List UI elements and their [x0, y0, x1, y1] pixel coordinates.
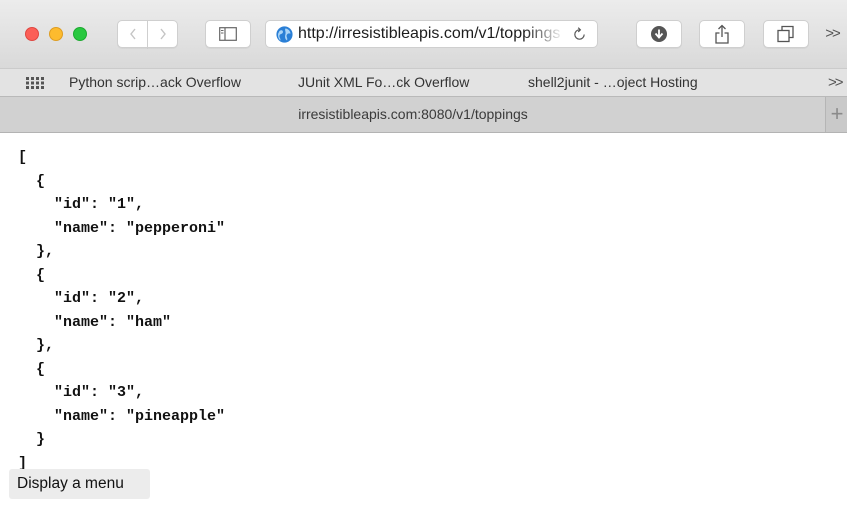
close-window-icon[interactable]	[25, 27, 39, 41]
favorite-link[interactable]: shell2junit - …oject Hosting	[528, 69, 698, 96]
json-line: "name": "pepperoni"	[18, 219, 226, 237]
tab-bar: irresistibleapis.com:8080/v1/toppings +	[0, 96, 847, 133]
json-line: {	[18, 172, 46, 190]
forward-button[interactable]	[147, 20, 178, 48]
json-line: {	[18, 360, 46, 378]
chevron-right-icon	[159, 28, 166, 40]
json-line: [	[18, 149, 28, 166]
back-button[interactable]	[117, 20, 148, 48]
favorite-link[interactable]: Python scrip…ack Overflow	[69, 69, 241, 96]
json-line: "id": "3",	[18, 384, 145, 401]
address-bar[interactable]: http://irresistibleapis.com/v1/toppings	[265, 20, 598, 48]
tab-active[interactable]: irresistibleapis.com:8080/v1/toppings	[0, 97, 826, 132]
json-line: "name": "ham"	[18, 313, 172, 331]
json-response: [ { "id": "1", "name": "pepperoni" }, { …	[18, 146, 225, 475]
sidebar-toggle-button[interactable]	[205, 20, 251, 48]
browser-toolbar: http://irresistibleapis.com/v1/toppings …	[0, 0, 847, 68]
favorites-overflow-icon[interactable]: >>	[828, 69, 843, 96]
url-text[interactable]: http://irresistibleapis.com/v1/toppings	[298, 21, 564, 47]
chevron-left-icon	[129, 28, 136, 40]
minimize-window-icon[interactable]	[49, 27, 63, 41]
json-line: },	[18, 337, 55, 354]
share-icon	[715, 24, 729, 44]
json-line: "name": "pineapple"	[18, 407, 226, 425]
downloads-button[interactable]	[636, 20, 682, 48]
json-line: "id": "2",	[18, 290, 145, 307]
grid-icon[interactable]	[26, 77, 44, 89]
zoom-window-icon[interactable]	[73, 27, 87, 41]
json-line: "id": "1",	[18, 196, 145, 213]
share-button[interactable]	[699, 20, 745, 48]
json-line: }	[18, 431, 46, 448]
new-tab-button[interactable]: +	[827, 97, 847, 132]
sidebar-icon	[219, 27, 237, 41]
tabs-overview-icon	[777, 25, 794, 43]
page-content: [ { "id": "1", "name": "pepperoni" }, { …	[0, 133, 847, 508]
favorites-bar: Python scrip…ack Overflow JUnit XML Fo…c…	[0, 68, 847, 96]
favorite-link[interactable]: JUnit XML Fo…ck Overflow	[298, 69, 469, 96]
tab-overview-button[interactable]	[763, 20, 809, 48]
tab-title: irresistibleapis.com:8080/v1/toppings	[298, 106, 528, 122]
toolbar-overflow-icon[interactable]: >>	[821, 22, 843, 46]
globe-icon	[276, 26, 293, 43]
reload-icon[interactable]	[571, 26, 588, 43]
json-line: {	[18, 266, 46, 284]
download-icon	[651, 26, 667, 42]
json-line: },	[18, 243, 55, 260]
display-menu-button[interactable]: Display a menu	[9, 469, 150, 499]
